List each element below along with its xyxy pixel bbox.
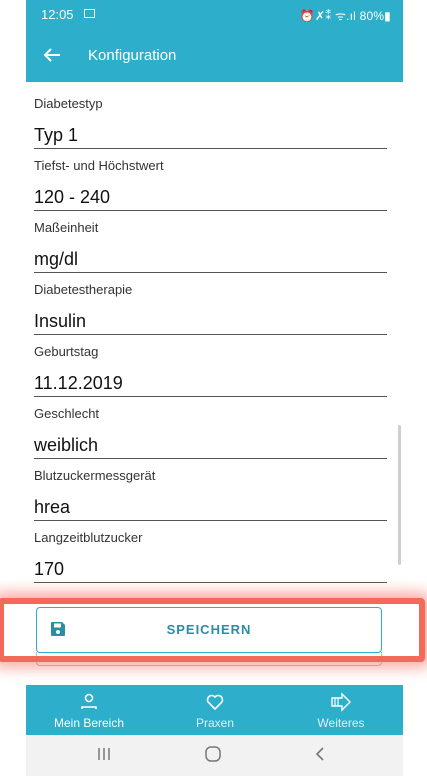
arrow-box-icon xyxy=(278,692,403,712)
recent-apps-icon[interactable] xyxy=(96,745,112,765)
nav-item-praxen[interactable]: Praxen xyxy=(152,685,278,735)
nav-item-weiteres[interactable]: Weiteres xyxy=(278,685,403,735)
nav-item-mein-bereich[interactable]: Mein Bereich xyxy=(26,685,152,735)
field-underline xyxy=(34,272,387,273)
person-icon xyxy=(26,692,152,712)
field-label: Diabetestyp xyxy=(34,96,103,111)
field-label: Geschlecht xyxy=(34,406,100,421)
status-time: 12:05 xyxy=(41,7,74,22)
field-label: Geburtstag xyxy=(34,344,99,359)
field-label: Maßeinheit xyxy=(34,220,99,235)
heart-icon xyxy=(152,692,278,712)
nav-label: Weiteres xyxy=(317,716,365,730)
status-bar: 12:05 ⏰✗⁑ ᯤ.ıl 80%▮ xyxy=(26,0,403,30)
status-indicators: ⏰✗⁑ ᯤ.ıl 80%▮ xyxy=(299,9,391,23)
field-underline xyxy=(34,148,387,149)
field-label: Langzeitblutzucker xyxy=(34,530,143,545)
page-title: Konfiguration xyxy=(88,47,177,64)
background-left xyxy=(0,0,26,776)
field-value[interactable]: Typ 1 xyxy=(34,125,78,146)
phone-screen: 12:05 ⏰✗⁑ ᯤ.ıl 80%▮ Konfiguration Diabet… xyxy=(26,0,403,776)
background-right xyxy=(403,0,427,776)
field-value[interactable]: 11.12.2019 xyxy=(34,373,123,394)
field-label: Blutzuckermessgerät xyxy=(34,468,156,483)
field-value[interactable]: 120 - 240 xyxy=(34,187,110,208)
bottom-navigation: Mein Bereich Praxen Weiteres xyxy=(26,685,403,735)
field-underline xyxy=(34,210,387,211)
field-underline xyxy=(34,582,387,583)
field-value[interactable]: Insulin xyxy=(34,311,86,332)
home-icon[interactable] xyxy=(204,745,222,765)
nav-label: Mein Bereich xyxy=(53,716,125,730)
save-button-shadow xyxy=(36,652,382,666)
field-label: Diabetestherapie xyxy=(34,282,133,297)
image-notification-icon xyxy=(84,9,95,18)
save-button[interactable]: SPEICHERN xyxy=(36,607,382,653)
field-value[interactable]: weiblich xyxy=(34,435,98,456)
field-underline xyxy=(34,334,387,335)
field-underline xyxy=(34,520,387,521)
scrollbar[interactable] xyxy=(398,425,401,565)
save-button-label: SPEICHERN xyxy=(166,622,252,637)
field-underline xyxy=(34,396,387,397)
field-label: Tiefst- und Höchstwert xyxy=(34,158,164,173)
nav-label: Praxen xyxy=(195,716,235,730)
field-value[interactable]: mg/dl xyxy=(34,249,78,270)
back-arrow-icon[interactable] xyxy=(40,43,64,67)
back-icon[interactable] xyxy=(313,745,327,765)
field-value[interactable]: hrea xyxy=(34,497,70,518)
field-value[interactable]: 170 xyxy=(34,559,64,580)
system-navigation-bar xyxy=(26,735,403,776)
app-bar: Konfiguration xyxy=(26,30,403,82)
field-underline xyxy=(34,458,387,459)
